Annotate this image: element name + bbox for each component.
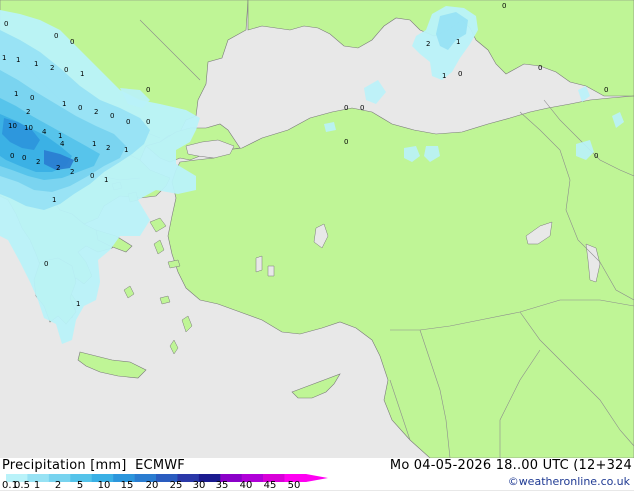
precip-value-label: 0 [344,104,348,112]
precip-value-label: 2 [426,40,430,48]
precip-value-label: 2 [94,108,98,116]
precip-value-label: 2 [56,164,60,172]
legend-title-text: Precipitation [mm] [2,458,127,473]
color-scale-tick: 10 [97,480,111,491]
precip-value-label: 1 [80,70,84,78]
precip-value-label: 0 [604,86,608,94]
color-scale-arrow [306,474,328,482]
precip-value-label: 1 [456,38,460,46]
precip-value-label: 0 [10,152,14,160]
precip-value-label: 0 [4,20,8,28]
precip-value-label: 0 [22,154,26,162]
lake-egirdir [255,255,263,273]
color-scale-tick: 35 [215,480,229,491]
precip-value-label: 1 [58,132,62,140]
legend-datetime: Mo 04-05-2026 18..00 UTC (12+324 [389,458,632,473]
precip-value-label: 2 [106,144,110,152]
precip-value-label: 0 [594,152,598,160]
precip-value-label: 2 [36,158,40,166]
precip-value-label: 6 [74,156,79,164]
precip-value-label: 0 [538,64,542,72]
lake-beysehir [267,265,275,277]
precip-value-label: 0 [54,32,58,40]
precip-value-label: 0 [30,94,34,102]
precip-value-label: 0 [146,86,150,94]
precip-value-label: 4 [60,140,65,148]
precip-value-label: 0 [502,2,506,10]
precip-value-label: 1 [104,176,108,184]
precip-value-label: 1 [52,196,56,204]
color-scale-tick: 1 [33,480,41,491]
precip-value-label: 0 [90,172,94,180]
precip-value-label: 0 [360,104,364,112]
precip-value-label: 10 [24,124,33,132]
color-scale-tick: 0.5 [14,480,30,491]
credit-link[interactable]: ©weatheronline.co.uk [508,475,630,488]
precip-value-label: 0 [126,118,130,126]
precip-value-label: 0 [146,118,150,126]
precip-value-label: 2 [50,64,54,72]
precip-value-label: 1 [62,100,66,108]
precip-value-label: 0 [458,70,462,78]
precip-value-label: 10 [8,122,17,130]
precip-value-label: 1 [2,54,6,62]
precip-value-label: 1 [76,300,80,308]
precip-value-label: 1 [92,140,96,148]
precip-value-label: 2 [26,108,30,116]
precip-value-label: 1 [14,90,18,98]
precip-value-label: 1 [34,60,38,68]
precip-value-label: 0 [110,112,114,120]
precip-value-label: 2 [70,168,74,176]
color-scale-tick: 2 [54,480,62,491]
precip-value-label: 0 [44,260,48,268]
legend-model: ECMWF [135,458,185,473]
precip-value-label: 4 [42,128,47,136]
color-scale-tick: 50 [287,480,301,491]
color-scale-tick: 20 [145,480,159,491]
color-scale-tick: 15 [120,480,134,491]
precip-value-label: 1 [16,56,20,64]
color-scale-tick: 30 [192,480,206,491]
precip-value-label: 0 [344,138,348,146]
color-scale-tick: 25 [169,480,183,491]
color-scale-tick: 5 [76,480,84,491]
color-scale-tick: 45 [263,480,277,491]
precip-value-label: 0 [64,66,68,74]
precip-value-label: 1 [124,146,128,154]
legend-bar: Precipitation [mm] ECMWF Mo 04-05-2026 1… [0,458,634,491]
precip-value-label: 1 [442,72,446,80]
color-scale-tick: 40 [239,480,253,491]
precip-value-label: 0 [78,104,82,112]
precipitation-map: 0001 1 2 0 1112 01 002010 10 4 140220 121102601100… [0,0,634,458]
precip-value-label: 0 [70,38,74,46]
legend-title: Precipitation [mm] ECMWF [2,458,185,473]
